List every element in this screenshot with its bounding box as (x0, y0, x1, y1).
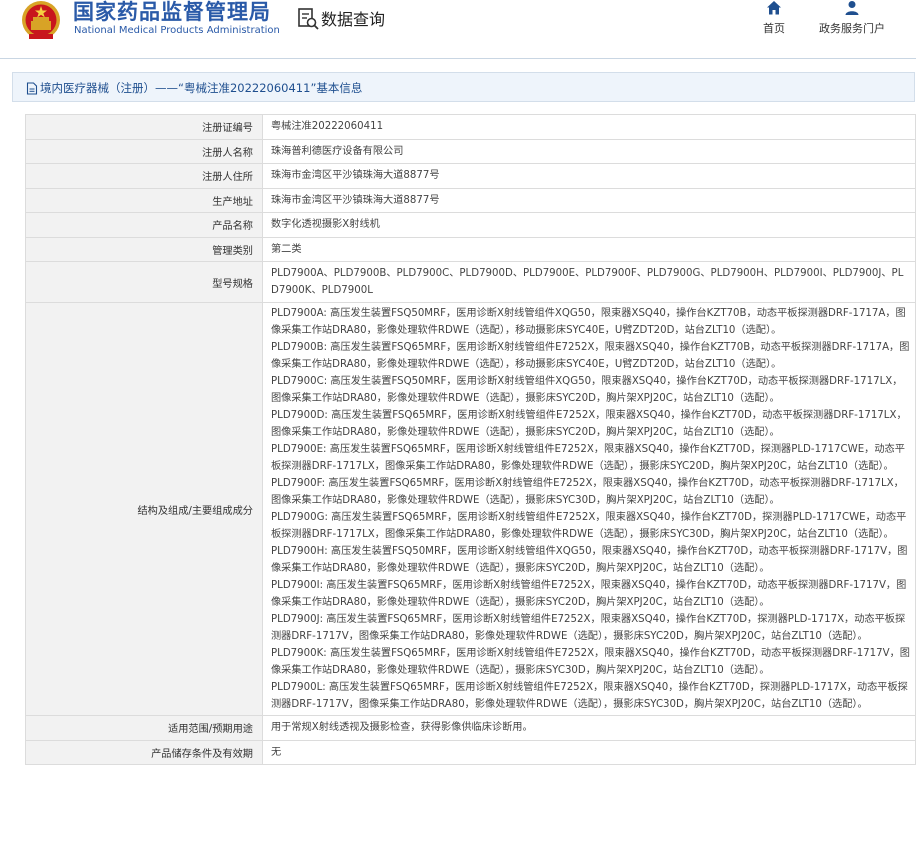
row-label: 型号规格 (25, 261, 263, 303)
row-value: PLD7900A: 高压发生装置FSQ50MRF，医用诊断X射线管组件XQG50… (262, 302, 916, 716)
table-row: 注册人住所 珠海市金湾区平沙镇珠海大道8877号 (25, 163, 916, 189)
row-label: 注册人名称 (25, 138, 263, 164)
row-label: 结构及组成/主要组成成分 (25, 302, 263, 716)
table-row: 产品名称 数字化透视摄影X射线机 (25, 212, 916, 238)
nav-service-portal[interactable]: 政务服务门户 (819, 0, 885, 36)
structure-item: PLD7900H: 高压发生装置FSQ50MRF，医用诊断X射线管组件XQG50… (271, 546, 908, 574)
row-value: 珠海普利德医疗设备有限公司 (262, 138, 916, 164)
row-value: 第二类 (262, 236, 916, 262)
row-value: 无 (262, 739, 916, 765)
nav-home[interactable]: 首页 (763, 0, 785, 36)
document-icon (26, 82, 38, 95)
national-emblem-icon (22, 1, 60, 39)
row-label: 注册证编号 (25, 114, 263, 140)
row-value: 数字化透视摄影X射线机 (262, 212, 916, 238)
structure-item: PLD7900I: 高压发生装置FSQ65MRF，医用诊断X射线管组件E7252… (271, 580, 907, 608)
data-query-title: 数据查询 (321, 10, 386, 29)
device-info-table: 注册证编号 粤械注准20222060411 注册人名称 珠海普利德医疗设备有限公… (25, 114, 916, 765)
structure-item: PLD7900E: 高压发生装置FSQ65MRF，医用诊断X射线管组件E7252… (271, 444, 905, 472)
row-label: 适用范围/预期用途 (25, 715, 263, 741)
data-query-icon (298, 8, 319, 30)
row-value: 用于常规X射线透视及摄影检查，获得影像供临床诊断用。 (262, 715, 916, 741)
brand-name-cn[interactable]: 国家药品监督管理局 (73, 0, 271, 26)
structure-item: PLD7900G: 高压发生装置FSQ65MRF，医用诊断X射线管组件E7252… (271, 512, 907, 540)
row-label: 管理类别 (25, 236, 263, 262)
table-row: 型号规格 PLD7900A、PLD7900B、PLD7900C、PLD7900D… (25, 261, 916, 303)
table-row: 注册人名称 珠海普利德医疗设备有限公司 (25, 138, 916, 164)
row-label: 注册人住所 (25, 163, 263, 189)
table-row: 管理类别 第二类 (25, 236, 916, 262)
site-header: 国家药品监督管理局 National Medical Products Admi… (0, 0, 916, 59)
table-row: 生产地址 珠海市金湾区平沙镇珠海大道8877号 (25, 187, 916, 213)
table-row: 适用范围/预期用途 用于常规X射线透视及摄影检查，获得影像供临床诊断用。 (25, 715, 916, 741)
row-label: 生产地址 (25, 187, 263, 213)
structure-item: PLD7900K: 高压发生装置FSQ65MRF，医用诊断X射线管组件E7252… (271, 648, 910, 676)
table-row: 注册证编号 粤械注准20222060411 (25, 114, 916, 140)
breadcrumb: 境内医疗器械（注册）——“粤械注准20222060411”基本信息 (12, 72, 915, 102)
user-icon (845, 1, 859, 15)
home-icon (767, 1, 781, 15)
nav-home-label: 首页 (763, 22, 785, 35)
row-label: 产品名称 (25, 212, 263, 238)
structure-item: PLD7900J: 高压发生装置FSQ65MRF，医用诊断X射线管组件E7252… (271, 614, 906, 642)
structure-item: PLD7900B: 高压发生装置FSQ65MRF，医用诊断X射线管组件E7252… (271, 342, 910, 370)
breadcrumb-text: 境内医疗器械（注册）——“粤械注准20222060411”基本信息 (40, 81, 363, 95)
row-value: 粤械注准20222060411 (262, 114, 916, 140)
row-value: 珠海市金湾区平沙镇珠海大道8877号 (262, 163, 916, 189)
row-value: 珠海市金湾区平沙镇珠海大道8877号 (262, 187, 916, 213)
row-label: 产品储存条件及有效期 (25, 739, 263, 765)
brand-name-en: National Medical Products Administration (74, 25, 280, 36)
structure-item: PLD7900C: 高压发生装置FSQ50MRF，医用诊断X射线管组件XQG50… (271, 376, 903, 404)
table-row-structure: 结构及组成/主要组成成分 PLD7900A: 高压发生装置FSQ50MRF，医用… (25, 302, 916, 716)
structure-item: PLD7900L: 高压发生装置FSQ65MRF，医用诊断X射线管组件E7252… (271, 682, 908, 710)
table-row: 产品储存条件及有效期 无 (25, 739, 916, 765)
structure-item: PLD7900A: 高压发生装置FSQ50MRF，医用诊断X射线管组件XQG50… (271, 308, 906, 336)
structure-item: PLD7900F: 高压发生装置FSQ65MRF，医用诊断X射线管组件E7252… (271, 478, 904, 506)
nav-service-portal-label: 政务服务门户 (819, 22, 885, 35)
row-value: PLD7900A、PLD7900B、PLD7900C、PLD7900D、PLD7… (262, 261, 916, 303)
structure-item: PLD7900D: 高压发生装置FSQ65MRF，医用诊断X射线管组件E7252… (271, 410, 907, 438)
